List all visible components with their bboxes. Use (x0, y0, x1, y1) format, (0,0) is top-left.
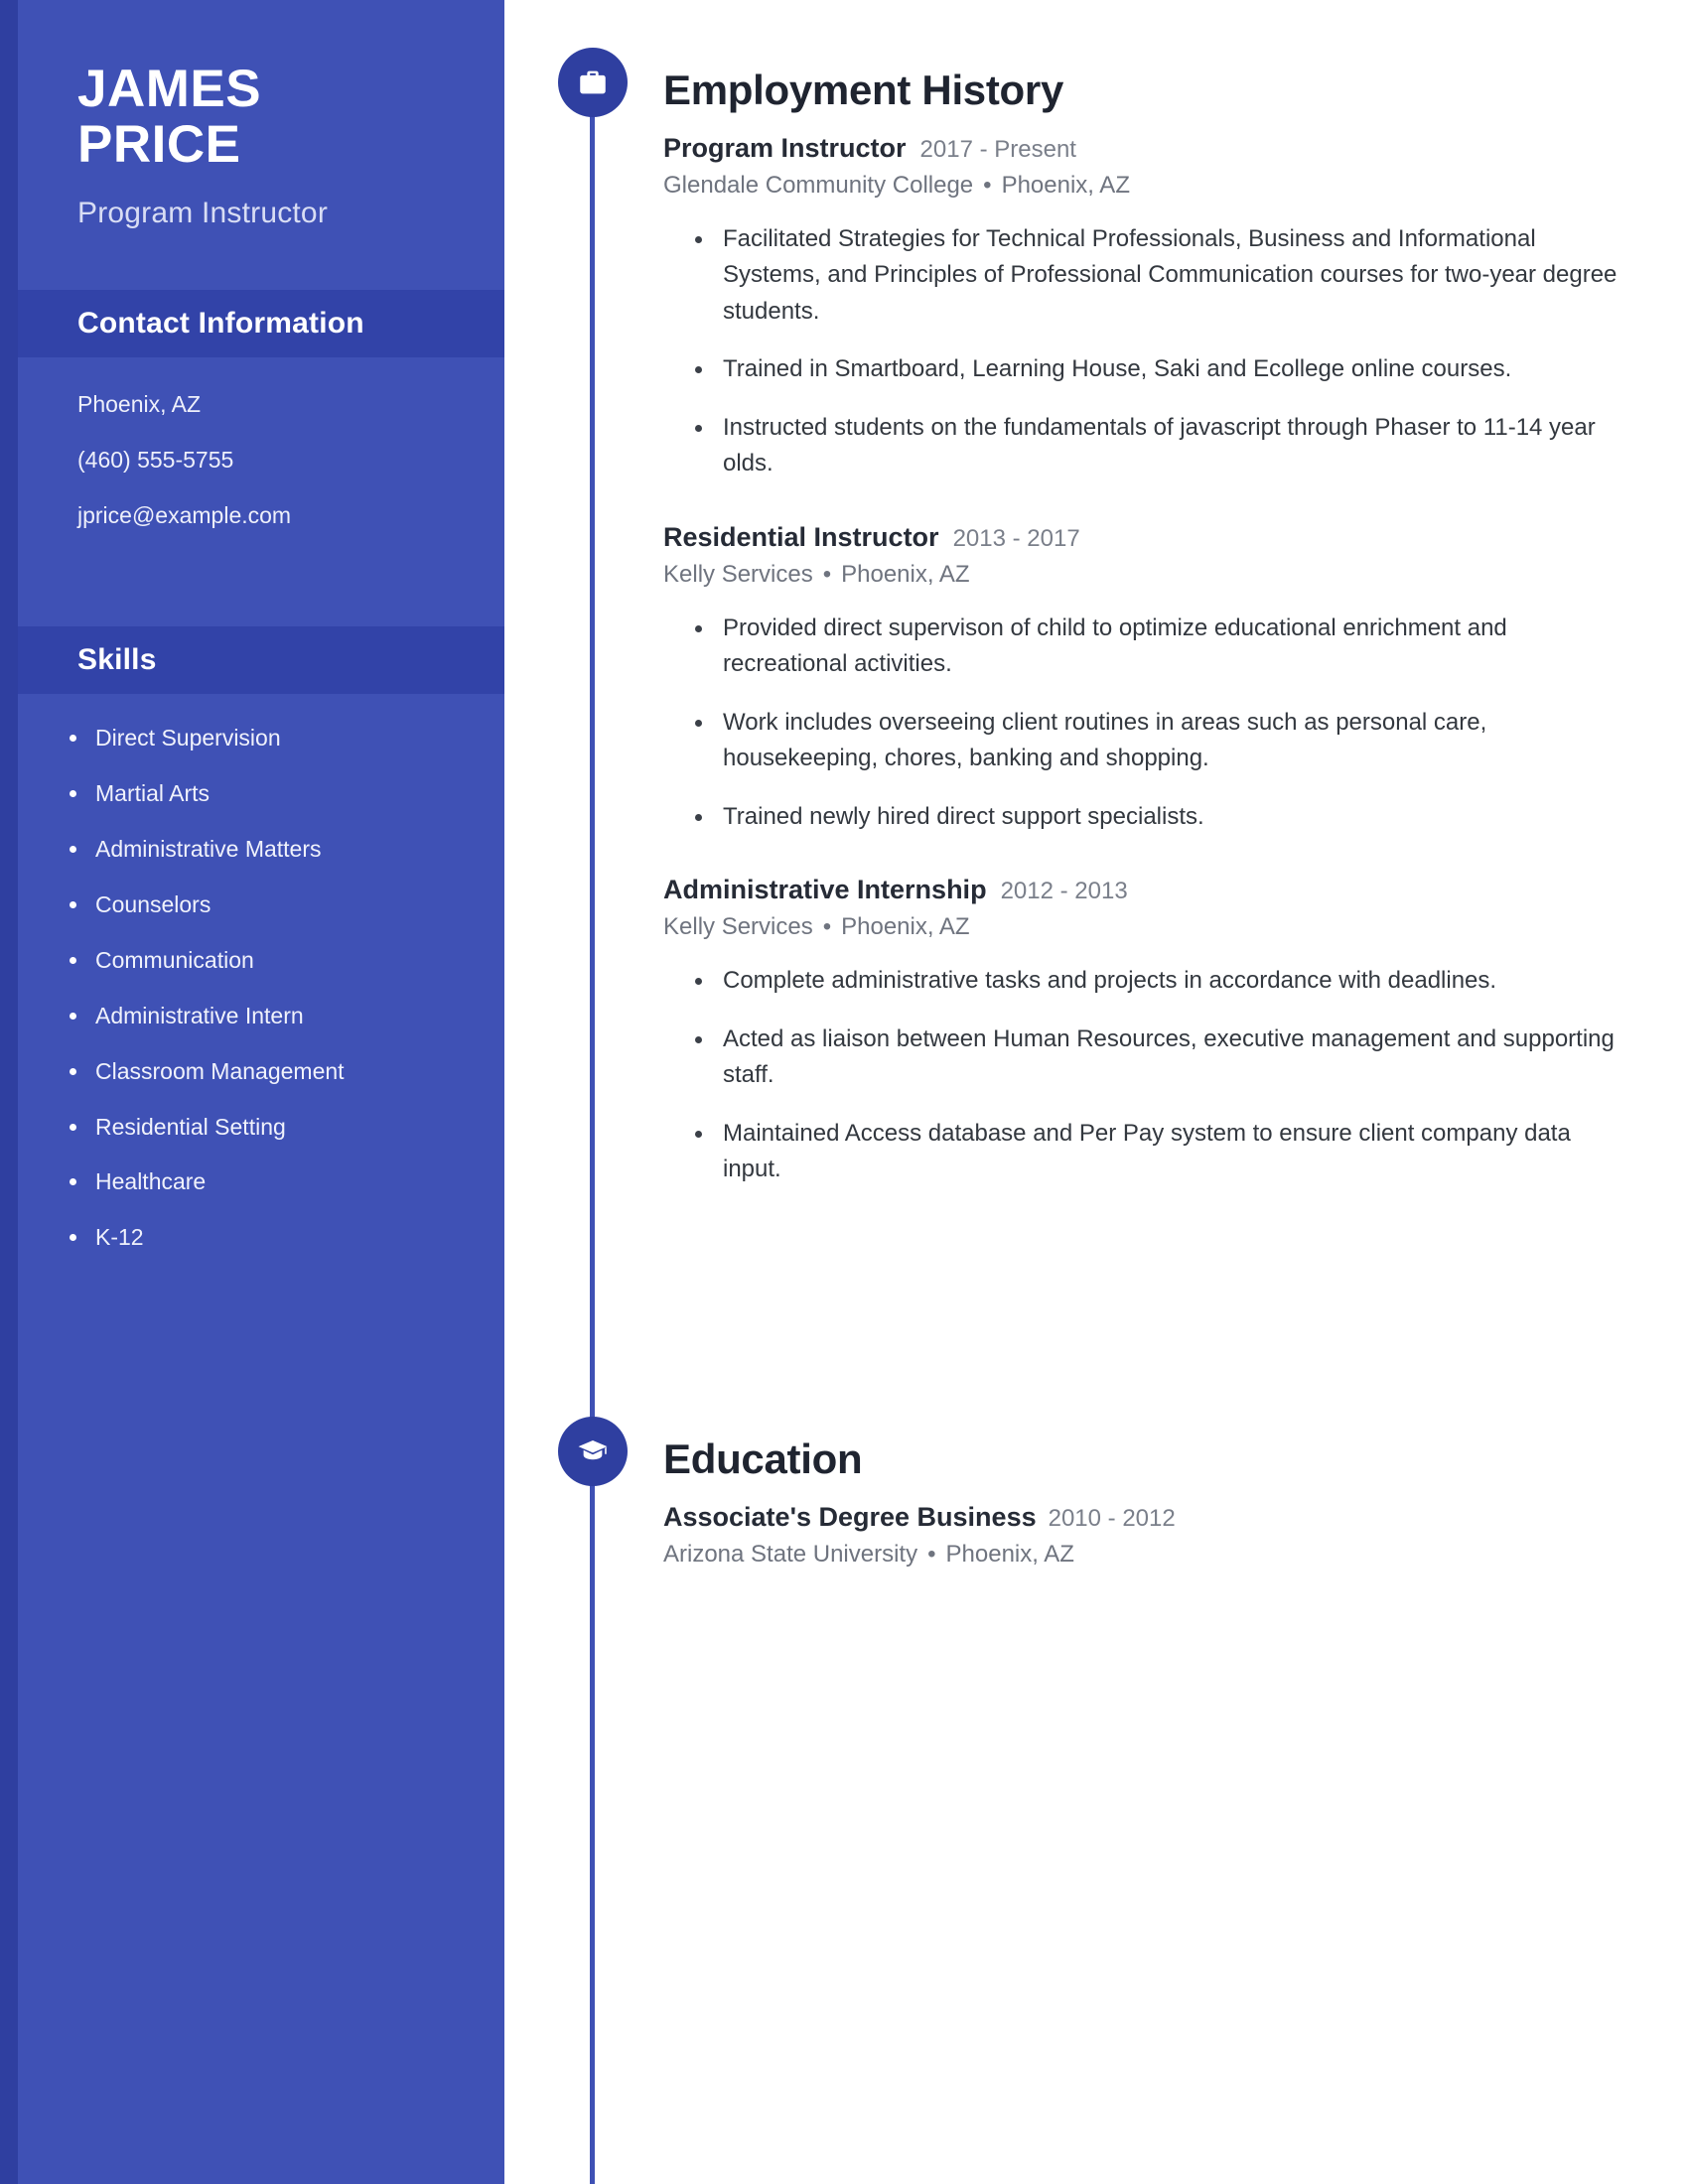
list-item: Martial Arts (70, 779, 465, 809)
graduation-cap-icon (558, 1416, 628, 1486)
list-item: Instructed students on the fundamentals … (693, 410, 1618, 482)
employment-history-title: Employment History (663, 67, 1064, 113)
employment-meta: Glendale Community College • Phoenix, AZ (663, 172, 1618, 200)
list-item: Direct Supervision (70, 724, 465, 753)
list-item: Complete administrative tasks and projec… (693, 963, 1618, 999)
meta-separator: • (822, 913, 832, 941)
list-item: Trained newly hired direct support speci… (693, 799, 1618, 835)
skills-heading-band: Skills (0, 626, 504, 695)
employment-entry: Residential Instructor 2013 - 2017 Kelly… (663, 522, 1618, 835)
list-item: Acted as liaison between Human Resources… (693, 1022, 1618, 1094)
contact-information-heading-band: Contact Information (0, 290, 504, 358)
sidebar: JAMES PRICE Program Instructor Contact I… (0, 0, 504, 2184)
employment-bullets: Complete administrative tasks and projec… (663, 963, 1618, 1187)
employment-role: Administrative Internship (663, 875, 987, 905)
list-item: Healthcare (70, 1167, 465, 1197)
education-title: Education (663, 1434, 863, 1482)
list-item: Facilitated Strategies for Technical Pro… (693, 221, 1618, 330)
list-item: Administrative Intern (70, 1002, 465, 1031)
list-item: Maintained Access database and Per Pay s… (693, 1116, 1618, 1188)
employment-bullets: Facilitated Strategies for Technical Pro… (663, 221, 1618, 482)
briefcase-icon (558, 48, 628, 117)
employment-entry-head: Administrative Internship 2012 - 2013 (663, 875, 1618, 905)
list-item: Classroom Management (70, 1057, 465, 1087)
first-name: JAMES (77, 60, 262, 118)
meta-separator: • (983, 172, 992, 199)
education-meta: Arizona State University • Phoenix, AZ (663, 1541, 1618, 1569)
employment-meta: Kelly Services • Phoenix, AZ (663, 913, 1618, 941)
employment-role: Residential Instructor (663, 521, 939, 552)
list-item: Communication (70, 946, 465, 976)
skills-list: Direct Supervision Martial Arts Administ… (0, 694, 504, 1298)
meta-separator: • (822, 560, 832, 588)
contact-phone: (460) 555-5755 (77, 446, 234, 473)
contact-information-heading: Contact Information (77, 307, 364, 341)
employment-dates: 2013 - 2017 (952, 524, 1080, 552)
education-entry: Associate's Degree Business 2010 - 2012 … (663, 1502, 1618, 1569)
contact-email: jprice@example.com (77, 501, 292, 528)
employment-entry-head: Program Instructor 2017 - Present (663, 133, 1618, 164)
sidebar-accent-stripe (0, 0, 18, 2184)
employment-company: Kelly Services (663, 913, 813, 941)
list-item: Residential Setting (70, 1113, 465, 1143)
resume-page: JAMES PRICE Program Instructor Contact I… (0, 0, 1688, 2184)
headline-job-title: Program Instructor (77, 197, 329, 230)
last-name: PRICE (77, 115, 241, 175)
list-item: Counselors (70, 890, 465, 920)
employment-entry: Administrative Internship 2012 - 2013 Ke… (663, 875, 1618, 1187)
employment-role: Program Instructor (663, 133, 907, 163)
name-block: JAMES PRICE Program Instructor (0, 0, 504, 230)
employment-location: Phoenix, AZ (841, 913, 970, 941)
contact-location: Phoenix, AZ (77, 391, 202, 418)
employment-dates: 2017 - Present (919, 136, 1076, 163)
skills-heading: Skills (77, 643, 157, 677)
education-entry-head: Associate's Degree Business 2010 - 2012 (663, 1502, 1618, 1533)
list-item: K-12 (70, 1223, 465, 1253)
employment-location: Phoenix, AZ (1001, 172, 1130, 199)
employment-dates: 2012 - 2013 (1000, 878, 1128, 905)
education-section: Education Associate's Degree Business 20… (504, 1369, 1618, 1569)
employment-history-section: Employment History Program Instructor 20… (504, 0, 1618, 1188)
employment-entry: Program Instructor 2017 - Present Glenda… (663, 133, 1618, 482)
list-item: Work includes overseeing client routines… (693, 705, 1618, 777)
education-location: Phoenix, AZ (945, 1540, 1074, 1568)
list-item: Provided direct supervison of child to o… (693, 611, 1618, 683)
employment-entry-head: Residential Instructor 2013 - 2017 (663, 522, 1618, 553)
list-item: Trained in Smartboard, Learning House, S… (693, 351, 1618, 387)
employment-meta: Kelly Services • Phoenix, AZ (663, 561, 1618, 589)
employment-bullets: Provided direct supervison of child to o… (663, 611, 1618, 835)
list-item: Administrative Matters (70, 835, 465, 865)
meta-separator: • (927, 1540, 936, 1568)
employment-company: Glendale Community College (663, 172, 974, 199)
employment-location: Phoenix, AZ (841, 560, 970, 588)
education-degree: Associate's Degree Business (663, 1501, 1037, 1532)
education-dates: 2010 - 2012 (1048, 1504, 1176, 1532)
contact-list: Phoenix, AZ (460) 555-5755 jprice@exampl… (0, 357, 504, 567)
education-school: Arizona State University (663, 1540, 918, 1568)
main-content: Employment History Program Instructor 20… (504, 0, 1688, 2184)
employment-company: Kelly Services (663, 560, 813, 588)
